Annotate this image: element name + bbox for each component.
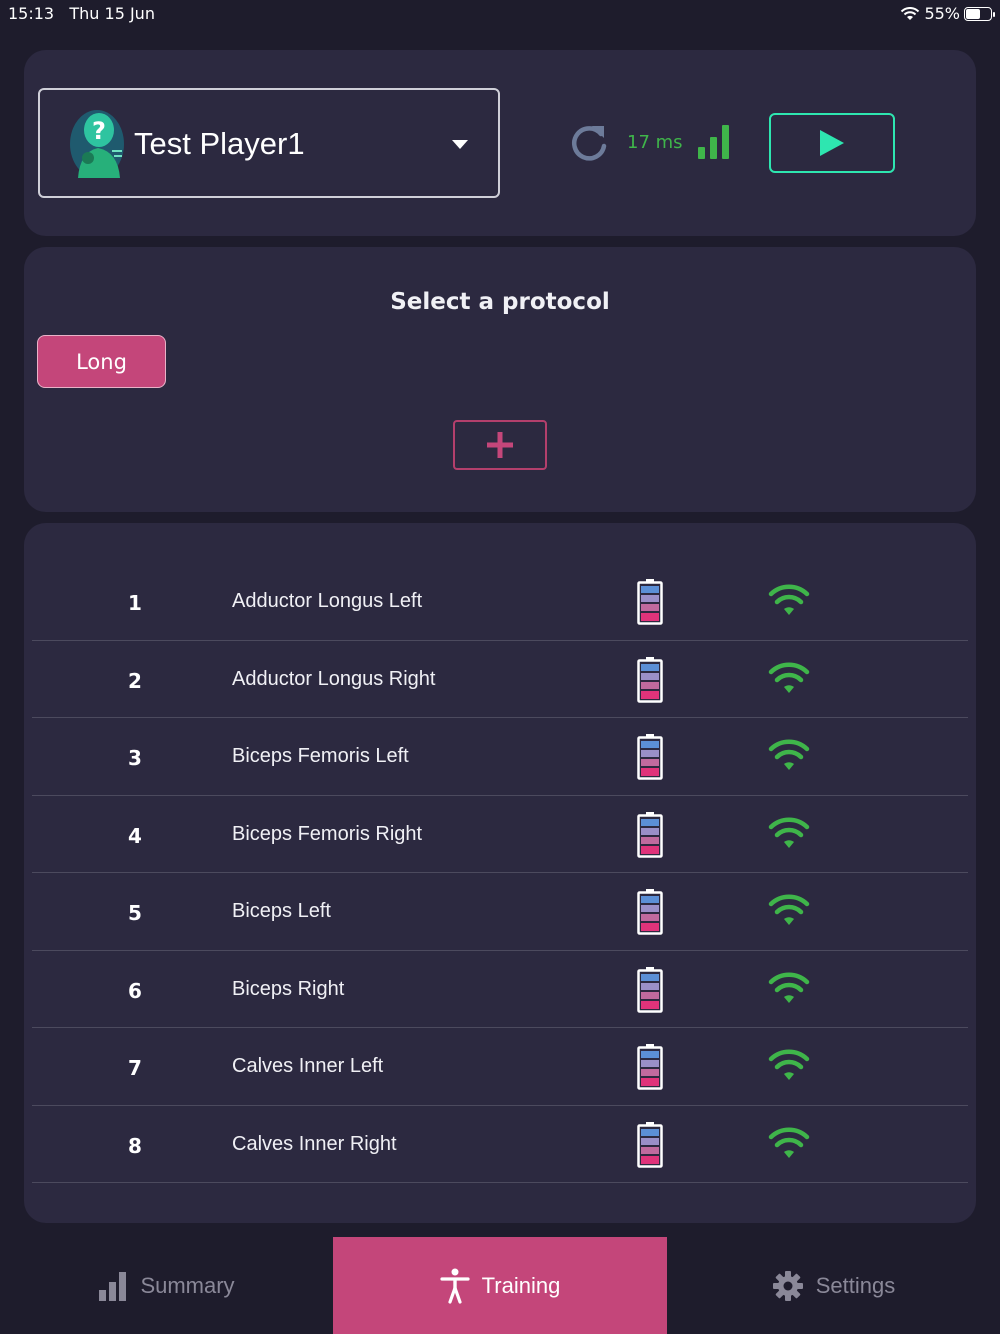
sensor-name: Calves Inner Left xyxy=(232,1055,384,1077)
sensor-name: Biceps Left xyxy=(232,900,331,922)
wifi-icon xyxy=(768,894,810,925)
bottom-nav: Summary Training Settings xyxy=(0,1237,1000,1334)
battery-icon xyxy=(637,1121,663,1168)
sensor-number: 7 xyxy=(128,1056,142,1080)
header-card: ? Test Player1 17 ms xyxy=(24,50,976,236)
protocol-card: Select a protocol Long xyxy=(24,247,976,512)
player-select[interactable]: ? Test Player1 xyxy=(38,88,500,198)
battery-icon xyxy=(637,734,663,780)
battery-icon xyxy=(637,656,663,703)
wifi-icon xyxy=(768,584,810,615)
chevron-down-icon xyxy=(452,140,468,149)
status-clock: 15:13 xyxy=(8,4,55,23)
player-avatar-icon: ? xyxy=(70,110,124,178)
sensor-name: Adductor Longus Right xyxy=(232,667,436,690)
sensor-row[interactable]: 7 Calves Inner Left xyxy=(32,1028,968,1106)
status-bar: 15:13 Thu 15 Jun 55% xyxy=(0,0,1000,28)
bar-chart-icon xyxy=(99,1271,127,1301)
tab-settings-label: Settings xyxy=(815,1272,896,1298)
sensor-number: 1 xyxy=(128,591,142,615)
signal-strength-icon xyxy=(698,125,729,159)
wifi-icon xyxy=(768,1127,810,1158)
tab-training[interactable]: Training xyxy=(333,1237,667,1334)
status-right: 55% xyxy=(900,4,995,23)
status-time: 15:13 Thu 15 Jun xyxy=(8,4,155,23)
wifi-status-icon xyxy=(901,6,920,20)
play-icon xyxy=(820,130,844,156)
sensor-name: Adductor Longus Left xyxy=(232,590,423,612)
player-name: Test Player1 xyxy=(134,126,305,161)
protocol-title: Select a protocol xyxy=(390,289,610,315)
wifi-icon xyxy=(768,972,810,1003)
status-date: Thu 15 Jun xyxy=(69,4,155,23)
battery-status-icon xyxy=(964,6,995,21)
wifi-icon xyxy=(768,739,810,770)
sensors-card: 1 Adductor Longus Left 2 Adductor Longus… xyxy=(24,523,976,1223)
sensor-number: 2 xyxy=(128,668,142,693)
battery-icon xyxy=(637,966,663,1013)
add-protocol-button[interactable] xyxy=(453,420,547,470)
sensor-number: 3 xyxy=(128,746,142,770)
sensor-name: Calves Inner Right xyxy=(232,1132,397,1155)
latency-text: 17 ms xyxy=(627,132,683,153)
sensor-name: Biceps Femoris Right xyxy=(232,822,423,845)
plus-icon xyxy=(487,432,513,458)
sensor-row[interactable]: 2 Adductor Longus Right xyxy=(32,641,968,718)
wifi-icon xyxy=(768,1049,810,1080)
protocol-chip-long[interactable]: Long xyxy=(37,335,166,388)
sensor-row[interactable]: 4 Biceps Femoris Right xyxy=(32,796,968,873)
sensor-row[interactable]: 5 Biceps Left xyxy=(32,873,968,951)
sensor-name: Biceps Femoris Left xyxy=(232,745,409,767)
svg-text:?: ? xyxy=(92,117,106,145)
sensor-number: 6 xyxy=(128,978,142,1003)
person-icon xyxy=(440,1268,470,1304)
play-button[interactable] xyxy=(769,113,895,173)
sensor-row[interactable]: 1 Adductor Longus Left xyxy=(32,563,968,641)
sensor-row[interactable]: 3 Biceps Femoris Left xyxy=(32,718,968,796)
tab-settings[interactable]: Settings xyxy=(667,1237,1000,1334)
wifi-icon xyxy=(768,662,810,693)
battery-icon xyxy=(637,889,663,935)
wifi-icon xyxy=(768,817,810,848)
sensor-number: 5 xyxy=(128,901,142,925)
sensor-row[interactable]: 6 Biceps Right xyxy=(32,951,968,1028)
sensor-row[interactable]: 8 Calves Inner Right xyxy=(32,1106,968,1183)
battery-percent: 55% xyxy=(924,4,960,23)
refresh-icon[interactable] xyxy=(568,122,610,164)
sensor-number: 8 xyxy=(128,1133,142,1158)
sensor-list: 1 Adductor Longus Left 2 Adductor Longus… xyxy=(32,563,968,1183)
battery-icon xyxy=(637,811,663,858)
tab-training-label: Training xyxy=(481,1272,561,1298)
tab-summary[interactable]: Summary xyxy=(0,1237,333,1334)
battery-icon xyxy=(637,1044,663,1090)
sensor-number: 4 xyxy=(128,823,142,848)
gear-icon xyxy=(772,1270,803,1301)
battery-icon xyxy=(637,579,663,625)
sensor-name: Biceps Right xyxy=(232,977,345,1000)
tab-summary-label: Summary xyxy=(140,1272,235,1298)
